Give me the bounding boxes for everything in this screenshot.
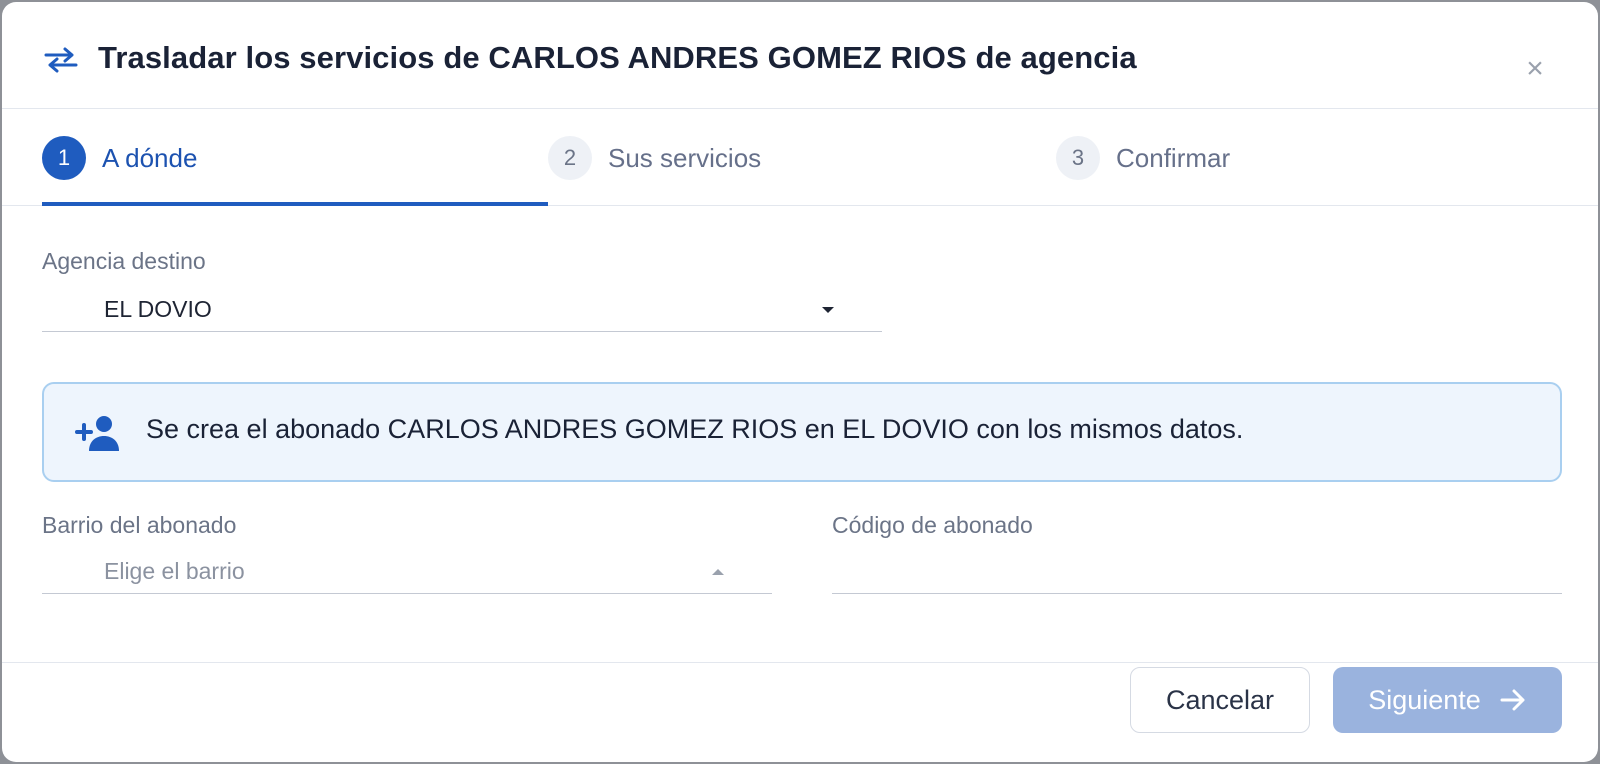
cancel-button-label: Cancelar (1165, 684, 1275, 715)
step-confirmar[interactable]: 3 Confirmar (1056, 133, 1230, 183)
dialog-title: Trasladar los servicios de CARLOS ANDRES… (98, 40, 1137, 75)
step-number: 1 (42, 136, 86, 180)
step-number: 3 (1056, 136, 1100, 180)
step-a-donde[interactable]: 1 A dónde (42, 133, 197, 183)
transfer-dialog: Trasladar los servicios de CARLOS ANDRES… (2, 2, 1598, 762)
arrow-right-icon (1500, 689, 1525, 711)
agency-label: Agencia destino (42, 248, 206, 274)
dialog-footer: Cancelar Siguiente (2, 662, 1598, 762)
agency-value: EL DOVIO (104, 296, 212, 322)
swap-arrows-icon (44, 47, 78, 73)
neighborhood-placeholder: Elige el barrio (104, 558, 245, 584)
active-step-indicator (42, 202, 548, 206)
subscriber-code-label: Código de abonado (832, 512, 1033, 538)
close-icon[interactable]: × (1520, 54, 1550, 84)
step-label: Confirmar (1116, 142, 1231, 173)
info-banner: Se crea el abonado CARLOS ANDRES GOMEZ R… (42, 382, 1562, 482)
cancel-button[interactable]: Cancelar (1130, 667, 1310, 733)
caret-up-icon (712, 569, 724, 575)
caret-down-icon (822, 307, 834, 313)
next-button-label: Siguiente (1368, 684, 1481, 715)
agency-select[interactable]: EL DOVIO (42, 292, 882, 332)
stepper: 1 A dónde 2 Sus servicios 3 Confirmar (2, 109, 1598, 206)
subscriber-code-input[interactable] (832, 554, 1562, 594)
next-button[interactable]: Siguiente (1333, 667, 1562, 733)
step-sus-servicios[interactable]: 2 Sus servicios (548, 133, 761, 183)
step-label: Sus servicios (608, 142, 762, 173)
dialog-header: Trasladar los servicios de CARLOS ANDRES… (2, 2, 1598, 109)
neighborhood-select[interactable]: Elige el barrio (42, 554, 772, 594)
info-message: Se crea el abonado CARLOS ANDRES GOMEZ R… (146, 414, 1244, 444)
step-label: A dónde (102, 142, 198, 173)
step-number: 2 (548, 136, 592, 180)
neighborhood-label: Barrio del abonado (42, 512, 237, 538)
add-person-icon (75, 416, 119, 451)
